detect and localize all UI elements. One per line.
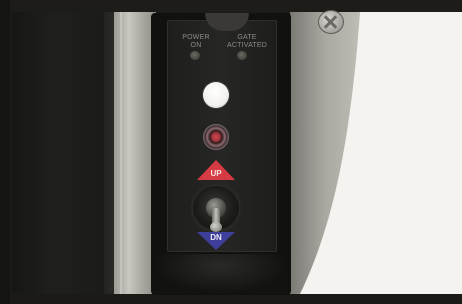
steel-post	[114, 12, 156, 294]
power-on-label: POWER ON	[176, 34, 216, 50]
gate-label-line1: GATE	[237, 34, 257, 41]
power-label-line1: POWER	[182, 34, 210, 41]
white-push-button[interactable]	[203, 82, 229, 108]
power-on-indicator-light	[190, 51, 200, 60]
photo-frame-left	[0, 0, 10, 304]
gate-label-line2: ACTIVATED	[226, 42, 268, 49]
gate-activated-label: GATE ACTIVATED	[223, 34, 271, 50]
power-label-line2: ON	[190, 42, 202, 49]
toggle-switch-tip[interactable]	[210, 222, 222, 232]
photo-frame-top	[0, 0, 462, 12]
bolt-head-icon	[318, 10, 344, 34]
photo-frame-bottom	[0, 294, 462, 304]
gate-control-photo: POWER ON GATE ACTIVATED UP DN	[0, 0, 462, 304]
dark-side-panel	[12, 12, 116, 294]
gate-activated-indicator-light	[237, 51, 247, 60]
red-push-button[interactable]	[203, 124, 229, 150]
housing-cavity	[155, 254, 287, 294]
